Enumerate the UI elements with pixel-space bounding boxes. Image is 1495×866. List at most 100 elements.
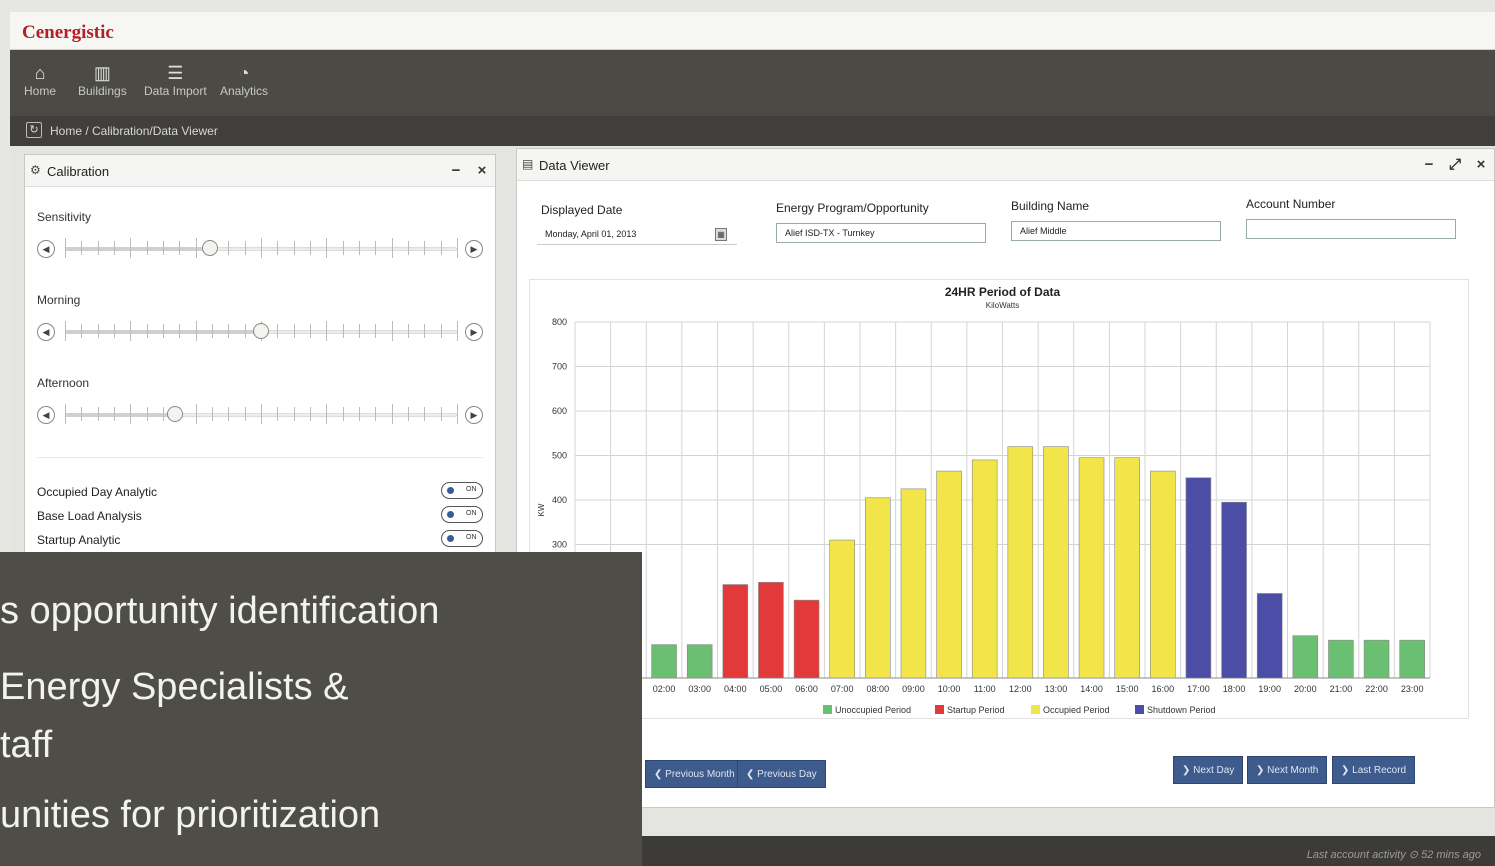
slider-tick xyxy=(244,407,246,421)
next-month-button[interactable]: ❯ Next Month xyxy=(1247,756,1328,784)
slider-tick xyxy=(130,238,132,258)
nav-home[interactable]: ⌂ Home xyxy=(24,64,56,98)
next-day-label: Next Day xyxy=(1193,765,1235,776)
account-number-field[interactable] xyxy=(1246,219,1456,239)
presentation-overlay: s opportunity identification Energy Spec… xyxy=(0,552,642,866)
previous-day-button[interactable]: ❮ Previous Day xyxy=(737,760,826,788)
legend-label: Shutdown Period xyxy=(1147,705,1216,715)
x-tick-label: 11:00 xyxy=(974,684,996,694)
calendar-icon[interactable]: ▦ xyxy=(715,228,727,241)
displayed-date-field[interactable]: Monday, April 01, 2013 ▦ xyxy=(537,225,737,245)
toggle-label-occupied-day: Occupied Day Analytic xyxy=(37,485,158,499)
previous-month-button[interactable]: ❮ Previous Month xyxy=(645,760,744,788)
slider-handle[interactable] xyxy=(202,240,219,256)
building-name-field[interactable]: Alief Middle xyxy=(1011,221,1221,241)
toggle-label-base-load: Base Load Analysis xyxy=(37,509,142,523)
data-viewer-title: Data Viewer xyxy=(539,158,610,173)
chart-bar xyxy=(936,470,962,679)
chart-bar xyxy=(1328,639,1354,679)
data-viewer-panel: ▤ Data Viewer − ⤢ × Displayed Date Monda… xyxy=(516,148,1495,808)
minimize-icon[interactable]: − xyxy=(1420,155,1438,175)
slider-tick xyxy=(81,407,83,421)
slider-tick xyxy=(65,321,66,341)
image-icon: ▤ xyxy=(522,157,534,171)
x-tick-label: 08:00 xyxy=(867,684,890,694)
chart-subtitle: KiloWatts xyxy=(986,301,1020,310)
slider-left-arrow-icon[interactable]: ◀ xyxy=(37,323,55,341)
chevron-left-icon: ❮ xyxy=(746,769,758,780)
slider-label-afternoon: Afternoon xyxy=(37,376,90,390)
slider-tick xyxy=(391,404,393,424)
breadcrumb-bar: ↻ Home / Calibration/Data Viewer xyxy=(10,116,1495,146)
slider-tick xyxy=(408,324,409,338)
breadcrumb[interactable]: Home / Calibration/Data Viewer xyxy=(50,124,218,138)
slider-right-arrow-icon[interactable]: ▶ xyxy=(465,323,483,341)
base-load-toggle[interactable]: ON xyxy=(441,506,483,523)
chart-bar xyxy=(865,497,891,679)
x-tick-label: 20:00 xyxy=(1294,684,1317,694)
nav-buildings[interactable]: ▥ Buildings xyxy=(78,64,127,98)
slider-tick xyxy=(408,241,409,255)
energy-chart: 24HR Period of Data KiloWatts 300 400 500 600… xyxy=(537,285,1431,715)
last-activity-text: Last account activity ⊙ 52 mins ago xyxy=(1306,849,1481,861)
slider-tick xyxy=(195,238,197,258)
legend-swatch xyxy=(1031,705,1040,714)
displayed-date-value: Monday, April 01, 2013 xyxy=(545,229,637,239)
slider-tick xyxy=(277,324,279,338)
nav-analytics[interactable]: ◔ Analytics xyxy=(220,64,268,98)
main-nav: ⌂ Home ▥ Buildings ☰ Data Import ◔ Analy… xyxy=(10,50,1495,116)
y-tick-label: 400 xyxy=(552,495,567,505)
calibration-panel: ⚙ Calibration − × Sensitivity ◀ ▶ Mornin… xyxy=(24,154,496,574)
brand-logo[interactable]: Cenergistic xyxy=(22,22,114,44)
startup-toggle[interactable]: ON xyxy=(441,530,483,547)
slider-tick xyxy=(277,407,279,421)
last-record-button[interactable]: ❯ Last Record xyxy=(1332,756,1416,784)
slider-tick xyxy=(130,404,132,424)
chevron-right-icon: ❯ xyxy=(1341,765,1353,776)
slider-right-arrow-icon[interactable]: ▶ xyxy=(465,406,483,424)
close-icon[interactable]: × xyxy=(473,161,491,181)
x-tick-label: 12:00 xyxy=(1009,684,1032,694)
chart-container: 24HR Period of Data KiloWatts 300 400 500 600… xyxy=(529,279,1469,719)
energy-program-field[interactable]: Alief ISD-TX - Turnkey xyxy=(776,223,986,243)
slider-tick xyxy=(440,241,442,255)
top-header: Cenergistic xyxy=(10,12,1495,50)
slider-right-arrow-icon[interactable]: ▶ xyxy=(465,240,483,258)
chart-bar xyxy=(1078,457,1105,679)
slider-tick xyxy=(457,238,458,258)
x-tick-label: 10:00 xyxy=(938,684,961,694)
close-icon[interactable]: × xyxy=(1472,155,1490,175)
slider-handle[interactable] xyxy=(166,406,183,422)
slider-tick xyxy=(457,404,458,424)
toggle-dot xyxy=(447,487,454,494)
sensitivity-slider[interactable] xyxy=(65,238,458,258)
slider-left-arrow-icon[interactable]: ◀ xyxy=(37,240,55,258)
chart-bar xyxy=(722,584,749,679)
slider-left-arrow-icon[interactable]: ◀ xyxy=(37,406,55,424)
x-tick-label: 21:00 xyxy=(1330,684,1353,694)
afternoon-slider[interactable] xyxy=(65,404,458,424)
chart-bar xyxy=(651,644,677,679)
slider-tick xyxy=(212,407,213,421)
refresh-icon[interactable]: ↻ xyxy=(26,122,42,138)
toggle-dot xyxy=(447,535,454,542)
nav-data-import-label: Data Import xyxy=(144,84,207,98)
slider-tick xyxy=(293,407,295,421)
y-tick-label: 700 xyxy=(552,362,567,372)
displayed-date-label: Displayed Date xyxy=(541,203,623,217)
building-icon: ▥ xyxy=(93,63,111,83)
next-day-button[interactable]: ❯ Next Day xyxy=(1173,756,1244,784)
minimize-icon[interactable]: − xyxy=(447,161,465,181)
footer-bar: Last account activity ⊙ 52 mins ago xyxy=(642,836,1495,866)
legend-swatch xyxy=(823,705,832,714)
x-tick-label: 13:00 xyxy=(1045,684,1068,694)
nav-data-import[interactable]: ☰ Data Import xyxy=(144,64,207,98)
occupied-day-toggle[interactable]: ON xyxy=(441,482,483,499)
slider-tick xyxy=(342,407,344,421)
expand-icon[interactable]: ⤢ xyxy=(1446,155,1464,175)
chart-bar xyxy=(971,459,998,679)
slider-tick xyxy=(179,241,181,255)
slider-handle[interactable] xyxy=(253,323,269,339)
building-name-label: Building Name xyxy=(1011,199,1090,213)
morning-slider[interactable] xyxy=(65,321,458,341)
